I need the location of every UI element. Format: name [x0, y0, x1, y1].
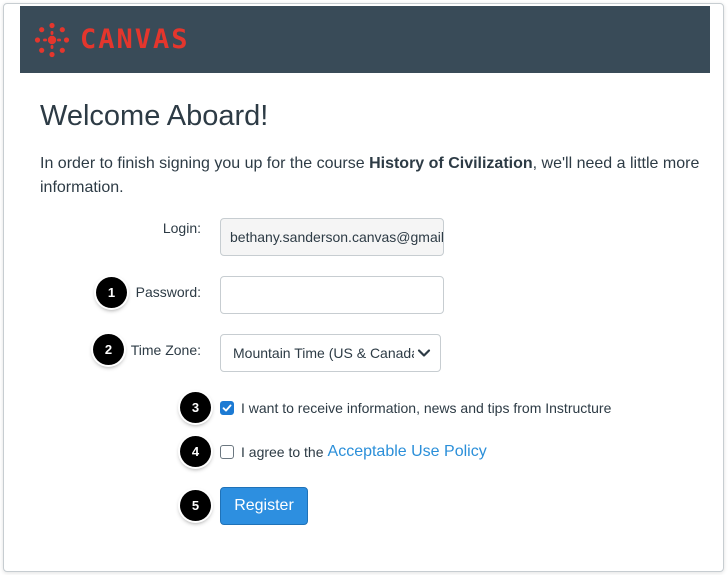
page-title: Welcome Aboard! — [40, 100, 269, 132]
canvas-logo-icon — [34, 22, 70, 57]
step-badge-5: 5 — [180, 490, 211, 521]
check-icon — [222, 404, 232, 412]
newsletter-checkbox[interactable] — [220, 401, 234, 415]
aup-link[interactable]: Acceptable Use Policy — [328, 443, 487, 461]
register-button[interactable]: Register — [220, 487, 308, 525]
timezone-value: Mountain Time (US & Canada — [233, 345, 414, 361]
step-badge-3: 3 — [180, 392, 211, 423]
timezone-select[interactable]: Mountain Time (US & Canada — [220, 334, 441, 372]
brand-name: CANVAS — [80, 24, 190, 55]
intro-before: In order to finish signing you up for th… — [40, 155, 370, 172]
step-badge-2: 2 — [93, 334, 124, 365]
login-field[interactable]: bethany.sanderson.canvas@gmail. — [220, 218, 444, 256]
step-badge-4: 4 — [180, 436, 211, 467]
chevron-down-icon — [417, 349, 431, 357]
app-header: CANVAS — [20, 6, 710, 73]
step-badge-1: 1 — [96, 277, 127, 308]
newsletter-label: I want to receive information, news and … — [241, 400, 612, 416]
intro-text: In order to finish signing you up for th… — [40, 152, 700, 200]
aup-checkbox[interactable] — [220, 445, 234, 459]
aup-label: I agree to the — [241, 444, 324, 460]
password-field[interactable] — [220, 276, 444, 314]
login-label: Login: — [162, 220, 201, 236]
aup-row: I agree to the Acceptable Use Policy — [220, 443, 487, 461]
course-name: History of Civilization — [369, 155, 533, 172]
newsletter-row: I want to receive information, news and … — [220, 400, 611, 416]
